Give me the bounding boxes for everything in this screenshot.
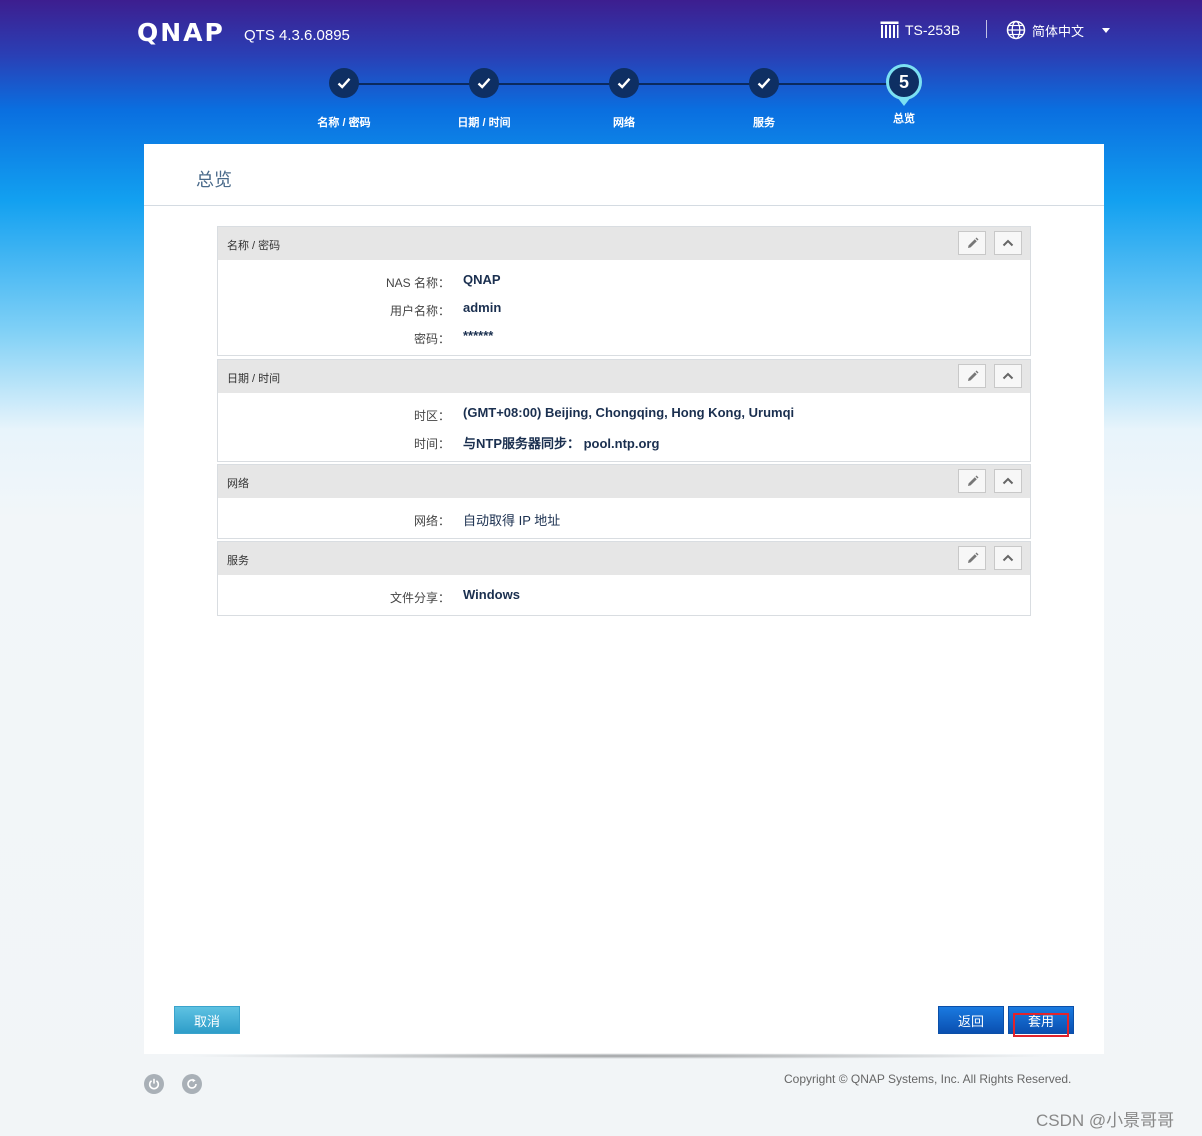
section-services: 服务 文件分享： Windows bbox=[217, 541, 1031, 616]
field-row: 网络： 自动取得 IP 地址 bbox=[218, 504, 1030, 532]
field-value: Windows bbox=[463, 587, 520, 602]
back-button[interactable]: 返回 bbox=[938, 1006, 1004, 1034]
step-name-password: 名称 / 密码 bbox=[294, 68, 394, 130]
page-title: 总览 bbox=[196, 170, 232, 190]
collapse-button[interactable] bbox=[994, 364, 1022, 388]
pencil-icon bbox=[967, 552, 978, 563]
language-selector[interactable]: 简体中文 bbox=[1006, 20, 1111, 40]
field-value: admin bbox=[463, 300, 502, 315]
field-label: 网络： bbox=[413, 514, 450, 528]
field-value: ****** bbox=[463, 328, 494, 343]
annotation-highlight-box bbox=[1013, 1013, 1069, 1037]
step-number: 5 bbox=[898, 71, 909, 92]
cancel-button[interactable]: 取消 bbox=[174, 1006, 240, 1034]
step-label: 日期 / 时间 bbox=[457, 117, 511, 129]
step-label: 总览 bbox=[893, 113, 915, 125]
power-icon bbox=[148, 1078, 160, 1090]
check-icon bbox=[757, 78, 771, 89]
step-label: 名称 / 密码 bbox=[317, 117, 371, 129]
section-body: 时区： (GMT+08:00) Beijing, Chongqing, Hong… bbox=[218, 393, 1030, 455]
step-complete-badge bbox=[609, 68, 639, 98]
check-icon bbox=[337, 78, 351, 89]
chevron-up-icon bbox=[1002, 477, 1014, 485]
section-title: 日期 / 时间 bbox=[227, 373, 281, 385]
step-label: 服务 bbox=[753, 117, 775, 129]
section-body: 网络： 自动取得 IP 地址 bbox=[218, 498, 1030, 532]
step-summary: 5 总览 bbox=[854, 64, 954, 126]
chevron-down-icon bbox=[1102, 27, 1111, 33]
setup-stepper: 名称 / 密码 日期 / 时间 网络 服务 5 总览 bbox=[0, 62, 1202, 132]
qnap-logo: QNAP bbox=[137, 18, 225, 47]
globe-icon bbox=[1006, 20, 1026, 40]
edit-button[interactable] bbox=[958, 469, 986, 493]
step-network: 网络 bbox=[574, 68, 674, 130]
field-label: 用户名称： bbox=[389, 304, 450, 318]
edit-button[interactable] bbox=[958, 546, 986, 570]
field-label: 文件分享： bbox=[389, 591, 450, 605]
field-label: 时间： bbox=[413, 437, 450, 451]
step-complete-badge bbox=[469, 68, 499, 98]
section-network: 网络 网络： 自动取得 IP 地址 bbox=[217, 464, 1031, 539]
step-complete-badge bbox=[749, 68, 779, 98]
top-bar: QNAP QTS 4.3.6.0895 TS-253B 简体中文 bbox=[0, 0, 1202, 60]
field-value: QNAP bbox=[463, 272, 501, 287]
restart-icon bbox=[187, 1078, 197, 1089]
pin-pointer-icon bbox=[897, 97, 911, 106]
check-icon bbox=[617, 78, 631, 89]
edit-button[interactable] bbox=[958, 231, 986, 255]
section-header: 网络 bbox=[218, 465, 1030, 498]
field-label: 密码： bbox=[413, 332, 450, 346]
field-row: 时区： (GMT+08:00) Beijing, Chongqing, Hong… bbox=[218, 399, 1030, 427]
shutdown-button[interactable] bbox=[144, 1074, 164, 1094]
section-title: 网络 bbox=[227, 478, 249, 490]
chevron-up-icon bbox=[1002, 554, 1014, 562]
section-name-password: 名称 / 密码 NAS 名称： QNAP 用户名称： admin 密码： ***… bbox=[217, 226, 1031, 356]
field-label: 时区： bbox=[413, 409, 450, 423]
chevron-up-icon bbox=[1002, 372, 1014, 380]
field-value: (GMT+08:00) Beijing, Chongqing, Hong Kon… bbox=[463, 405, 795, 420]
field-row: 文件分享： Windows bbox=[218, 581, 1030, 609]
check-icon bbox=[477, 78, 491, 89]
field-value: 自动取得 IP 地址 bbox=[463, 513, 561, 528]
language-label: 简体中文 bbox=[1032, 23, 1085, 39]
csdn-watermark: CSDN @小景哥哥 bbox=[1036, 1111, 1175, 1130]
step-current-badge: 5 bbox=[886, 64, 922, 106]
step-date-time: 日期 / 时间 bbox=[434, 68, 534, 130]
pencil-icon bbox=[967, 475, 978, 486]
summary-panel: 总览 名称 / 密码 NAS 名称： QNAP 用户名称： admin 密码： bbox=[144, 144, 1104, 1054]
panel-shadow bbox=[180, 1053, 1060, 1059]
field-row: 用户名称： admin bbox=[218, 294, 1030, 322]
title-divider bbox=[144, 205, 1104, 206]
field-label: NAS 名称： bbox=[385, 276, 450, 290]
section-header: 服务 bbox=[218, 542, 1030, 575]
collapse-button[interactable] bbox=[994, 546, 1022, 570]
pencil-icon bbox=[967, 370, 978, 381]
step-label: 网络 bbox=[613, 117, 635, 129]
section-header: 日期 / 时间 bbox=[218, 360, 1030, 393]
field-row: NAS 名称： QNAP bbox=[218, 266, 1030, 294]
chevron-up-icon bbox=[1002, 239, 1014, 247]
section-body: NAS 名称： QNAP 用户名称： admin 密码： ****** bbox=[218, 260, 1030, 350]
collapse-button[interactable] bbox=[994, 231, 1022, 255]
pencil-icon bbox=[967, 237, 978, 248]
copyright-text: Copyright © QNAP Systems, Inc. All Right… bbox=[784, 1072, 1072, 1086]
section-header: 名称 / 密码 bbox=[218, 227, 1030, 260]
field-row: 时间： 与NTP服务器同步： pool.ntp.org bbox=[218, 427, 1030, 455]
field-value: 与NTP服务器同步： pool.ntp.org bbox=[463, 436, 660, 451]
header-divider bbox=[986, 20, 987, 38]
section-title: 名称 / 密码 bbox=[227, 240, 281, 252]
collapse-button[interactable] bbox=[994, 469, 1022, 493]
field-row: 密码： ****** bbox=[218, 322, 1030, 350]
step-complete-badge bbox=[329, 68, 359, 98]
edit-button[interactable] bbox=[958, 364, 986, 388]
section-body: 文件分享： Windows bbox=[218, 575, 1030, 609]
restart-button[interactable] bbox=[182, 1074, 202, 1094]
nas-device-icon bbox=[880, 21, 899, 38]
step-services: 服务 bbox=[714, 68, 814, 130]
device-model: TS-253B bbox=[880, 21, 960, 38]
section-title: 服务 bbox=[227, 555, 249, 567]
device-model-label: TS-253B bbox=[905, 21, 961, 38]
section-date-time: 日期 / 时间 时区： (GMT+08:00) Beijing, Chongqi… bbox=[217, 359, 1031, 462]
firmware-version: QTS 4.3.6.0895 bbox=[244, 27, 350, 44]
